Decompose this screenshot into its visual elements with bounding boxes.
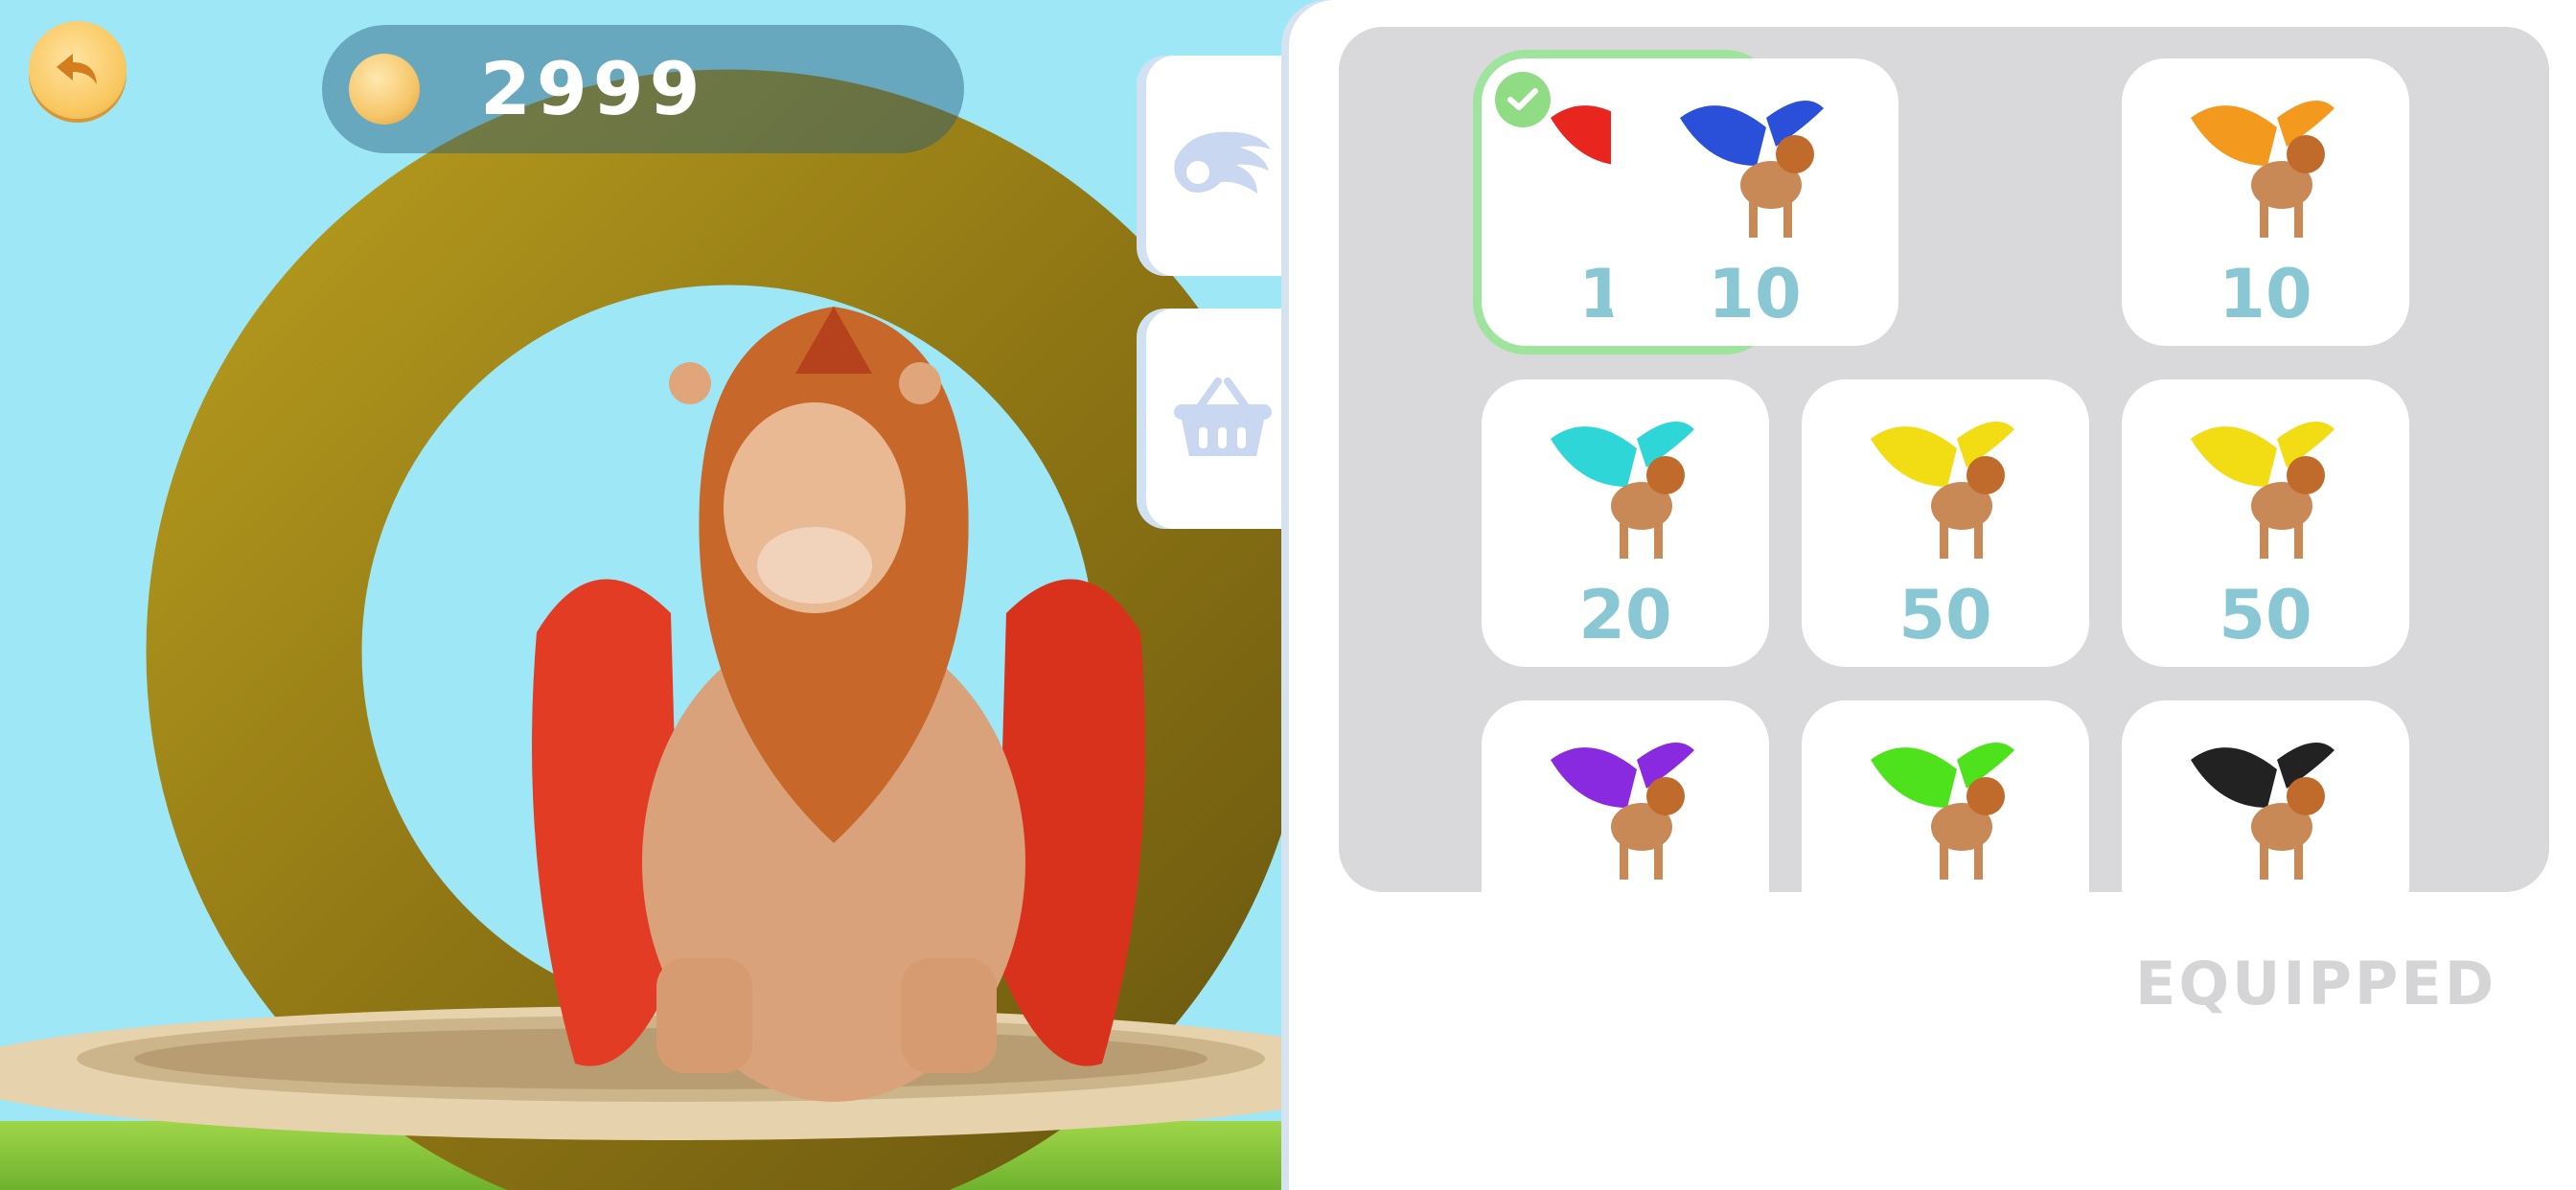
coin-icon (349, 54, 420, 125)
back-arrow-icon (57, 54, 97, 84)
wing-item[interactable] (1802, 700, 2089, 892)
item-price: 20 (1578, 576, 1672, 654)
scene-backdrop (0, 0, 1322, 1190)
wing-lion-icon (1551, 743, 1694, 880)
coin-amount: 2999 (480, 46, 706, 131)
coin-balance: 2999 (322, 25, 964, 153)
wing-lion-icon (1871, 422, 2014, 559)
tab-shop[interactable] (1146, 309, 1300, 529)
game-scene (0, 0, 1322, 1190)
item-price: 50 (1898, 576, 1992, 654)
wing-item[interactable]: 10 (1611, 58, 1898, 346)
wing-lion-icon (2191, 422, 2334, 559)
tab-wings[interactable] (1146, 56, 1300, 276)
wing-item[interactable] (1482, 700, 1769, 892)
equipped-check-icon (1495, 72, 1551, 127)
item-price: 10 (1708, 255, 1802, 333)
wing-lion-icon (1871, 743, 2014, 880)
wing-icon (1174, 131, 1271, 194)
wing-item[interactable]: 20 (1482, 379, 1769, 667)
wing-item[interactable] (2122, 700, 2409, 892)
wing-item[interactable]: 50 (2122, 379, 2409, 667)
wing-lion-icon (2191, 743, 2334, 880)
wing-grid[interactable]: 10 10 10 20 (1339, 27, 2549, 892)
item-price: 50 (2219, 576, 2312, 654)
basket-icon (1174, 378, 1272, 456)
equipped-status[interactable]: EQUIPPED (2135, 949, 2496, 1018)
wing-lion-icon (2191, 101, 2334, 238)
wing-item[interactable]: 50 (1802, 379, 2089, 667)
wing-item[interactable]: 10 (2122, 58, 2409, 346)
wing-lion-icon (1551, 422, 1694, 559)
back-button[interactable] (29, 21, 126, 119)
wing-lion-icon (1680, 101, 1824, 238)
item-price: 10 (2219, 255, 2312, 333)
